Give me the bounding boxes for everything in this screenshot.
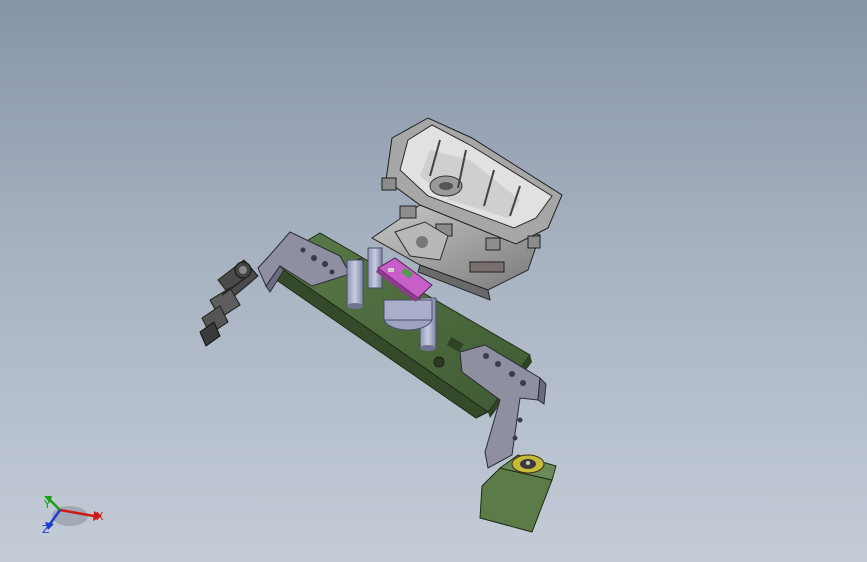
cad-viewport[interactable]: X Y Z: [0, 0, 867, 562]
left-connector[interactable]: [199, 259, 259, 347]
x-axis-label: X: [96, 510, 104, 523]
orientation-triad: X Y Z: [42, 496, 104, 536]
assembly-model[interactable]: [199, 117, 563, 533]
y-axis-arrow: [49, 499, 61, 511]
z-axis-label: Z: [42, 523, 50, 536]
y-axis-label: Y: [43, 498, 51, 511]
